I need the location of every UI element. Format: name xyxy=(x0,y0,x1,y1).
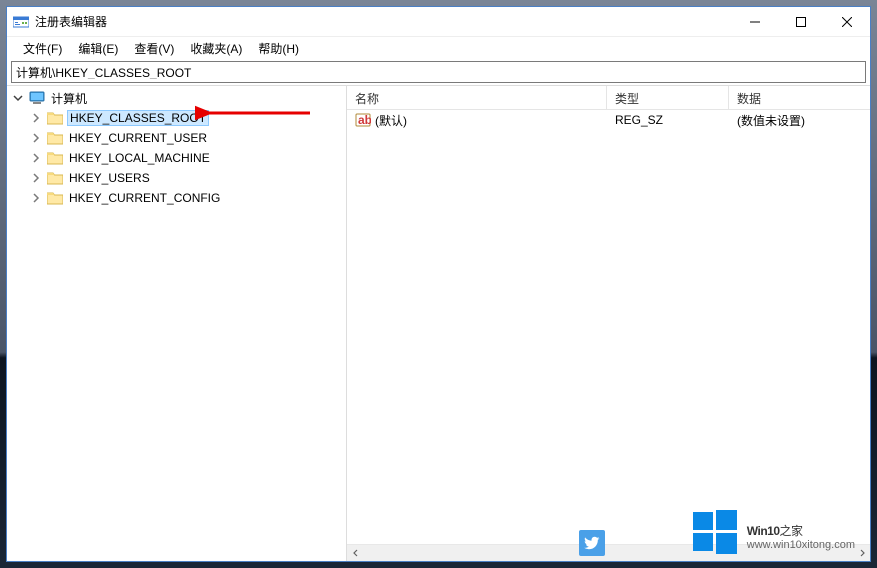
scroll-right-button[interactable] xyxy=(853,545,870,562)
tree-item-hkcr[interactable]: HKEY_CLASSES_ROOT xyxy=(7,108,346,128)
horizontal-scrollbar[interactable] xyxy=(347,544,870,561)
tree-pane[interactable]: 计算机 HKEY_CLASSES_ROOT HKEY_CURRENT_USER xyxy=(7,86,347,561)
string-value-icon: ab xyxy=(355,112,371,128)
maximize-button[interactable] xyxy=(778,7,824,37)
tree-item-hkcc[interactable]: HKEY_CURRENT_CONFIG xyxy=(7,188,346,208)
scroll-left-button[interactable] xyxy=(347,545,364,562)
menu-edit[interactable]: 编辑(E) xyxy=(70,38,126,59)
close-button[interactable] xyxy=(824,7,870,37)
menu-favorites[interactable]: 收藏夹(A) xyxy=(182,38,250,59)
value-data: (数值未设置) xyxy=(729,112,870,129)
chevron-right-icon[interactable] xyxy=(29,151,43,165)
folder-icon xyxy=(47,111,63,125)
chevron-right-icon[interactable] xyxy=(29,191,43,205)
tree-item-label: HKEY_USERS xyxy=(67,171,152,185)
folder-icon xyxy=(47,171,63,185)
menu-view[interactable]: 查看(V) xyxy=(126,38,182,59)
tree-item-label: HKEY_CURRENT_CONFIG xyxy=(67,191,222,205)
svg-text:ab: ab xyxy=(358,113,371,127)
list-pane: 名称 类型 数据 ab (默认) REG_SZ xyxy=(347,86,870,561)
scroll-track[interactable] xyxy=(364,545,853,562)
column-header-data[interactable]: 数据 xyxy=(729,86,870,109)
menu-help[interactable]: 帮助(H) xyxy=(250,38,307,59)
menubar: 文件(F) 编辑(E) 查看(V) 收藏夹(A) 帮助(H) xyxy=(7,37,870,59)
window-title: 注册表编辑器 xyxy=(35,13,732,30)
list-row[interactable]: ab (默认) REG_SZ (数值未设置) xyxy=(347,110,870,130)
list-body[interactable]: ab (默认) REG_SZ (数值未设置) xyxy=(347,110,870,544)
app-icon xyxy=(13,14,29,30)
folder-icon xyxy=(47,191,63,205)
column-header-name[interactable]: 名称 xyxy=(347,86,607,109)
chevron-right-icon[interactable] xyxy=(29,171,43,185)
address-bar[interactable] xyxy=(11,61,866,83)
tree-item-label: HKEY_CURRENT_USER xyxy=(67,131,209,145)
chevron-right-icon[interactable] xyxy=(29,111,43,125)
value-name: (默认) xyxy=(375,112,407,129)
menu-file[interactable]: 文件(F) xyxy=(15,38,70,59)
tree-item-hku[interactable]: HKEY_USERS xyxy=(7,168,346,188)
minimize-button[interactable] xyxy=(732,7,778,37)
folder-icon xyxy=(47,151,63,165)
folder-icon xyxy=(47,131,63,145)
chevron-down-icon[interactable] xyxy=(11,91,25,105)
tree-root-label: 计算机 xyxy=(49,90,89,107)
value-type: REG_SZ xyxy=(607,113,729,127)
address-input[interactable] xyxy=(16,65,861,79)
tree-item-label: HKEY_LOCAL_MACHINE xyxy=(67,151,212,165)
list-header: 名称 类型 数据 xyxy=(347,86,870,110)
tree-root-computer[interactable]: 计算机 xyxy=(7,88,346,108)
tree-item-hklm[interactable]: HKEY_LOCAL_MACHINE xyxy=(7,148,346,168)
tree-item-hkcu[interactable]: HKEY_CURRENT_USER xyxy=(7,128,346,148)
computer-icon xyxy=(29,91,45,105)
titlebar[interactable]: 注册表编辑器 xyxy=(7,7,870,37)
column-header-type[interactable]: 类型 xyxy=(607,86,729,109)
registry-editor-window: 注册表编辑器 文件(F) 编辑(E) 查看(V) 收藏夹(A) 帮助(H) xyxy=(6,6,871,562)
content-area: 计算机 HKEY_CLASSES_ROOT HKEY_CURRENT_USER xyxy=(7,85,870,561)
tree-item-label: HKEY_CLASSES_ROOT xyxy=(67,110,209,126)
chevron-right-icon[interactable] xyxy=(29,131,43,145)
